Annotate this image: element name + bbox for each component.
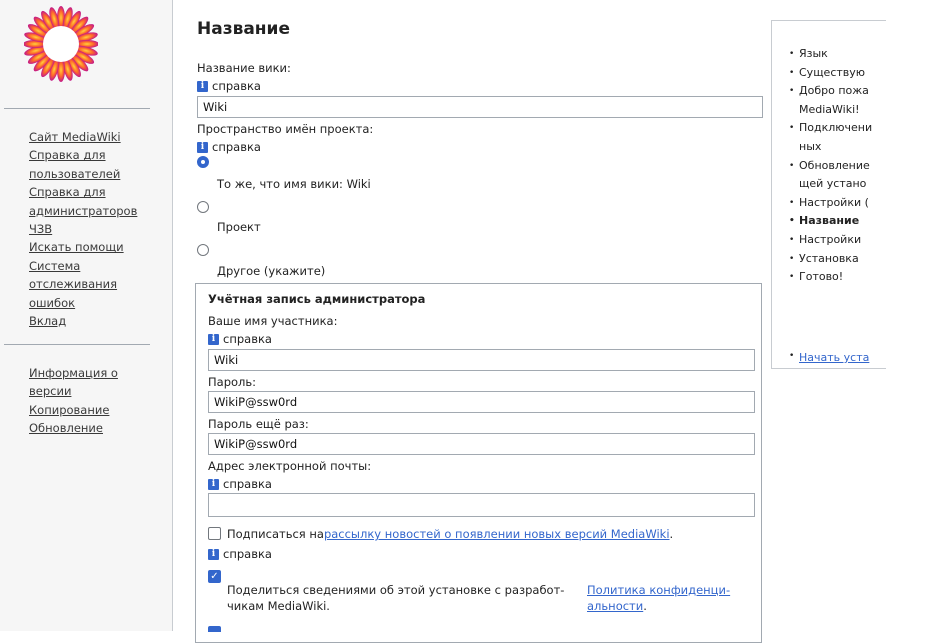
help-link[interactable]: i справка [208, 477, 272, 491]
info-icon: i [208, 333, 219, 345]
subscribe-suffix: . [669, 527, 674, 541]
namespace-label: Пространство имён проекта: [197, 122, 374, 136]
toc-item-upgrade-cont: щей устано [799, 177, 867, 191]
sidebar-link-upgrade[interactable]: Обновление [29, 421, 103, 435]
sidebar-link-bug-tracker-3[interactable]: ошибок [29, 296, 75, 310]
info-icon: i [197, 80, 208, 92]
password-again-input[interactable] [208, 433, 755, 455]
sidebar-link-version-info[interactable]: Информация о [29, 366, 118, 380]
privacy-suffix: . [643, 599, 647, 613]
info-icon: i [197, 141, 208, 153]
info-icon: i [208, 478, 219, 490]
password-input[interactable] [208, 391, 755, 413]
namespace-option-project: Проект [217, 220, 261, 234]
sidebar-link-search-help[interactable]: Искать помощи [29, 240, 124, 254]
help-link[interactable]: i справка [208, 332, 272, 346]
mediawiki-logo[interactable] [24, 0, 98, 94]
toc-item-connect: Подключени [789, 119, 892, 138]
toc-item-upgrade: Обновление [789, 157, 892, 176]
password-label: Пароль: [208, 375, 257, 389]
toc-item-existing: Существую [789, 64, 892, 83]
wiki-name-input[interactable] [197, 96, 763, 118]
sidebar-link-user-help-2[interactable]: пользователей [29, 167, 120, 181]
sidebar-link-mediawiki-site[interactable]: Сайт MediaWiki [29, 130, 121, 144]
admin-account-legend: Учётная запись администратора [208, 292, 426, 306]
toc-item-welcome: Добро пожа [789, 82, 892, 101]
namespace-radio-other[interactable] [197, 244, 209, 256]
help-link[interactable]: i справка [208, 547, 272, 561]
toc-item-done: Готово! [789, 268, 892, 287]
toc-item-settings: Настройки ( [789, 194, 892, 213]
toc-item-options: Настройки [789, 231, 892, 250]
privacy-policy-link-2[interactable]: альности [587, 599, 643, 613]
username-label: Ваше имя участника: [208, 314, 338, 328]
subscribe-checkbox[interactable] [208, 527, 221, 540]
sidebar-link-user-help[interactable]: Справка для [29, 148, 106, 162]
sidebar-link-version-info-2[interactable]: версии [29, 384, 71, 398]
share-info-text: Поделиться сведениями об этой установке … [227, 582, 564, 614]
subscribe-text: Подписаться нарассылку новостей о появле… [227, 527, 673, 541]
sidebar-link-admin-help[interactable]: Справка для [29, 185, 106, 199]
bullet-icon: • [789, 351, 795, 361]
help-text: справка [212, 79, 261, 93]
info-icon: i [208, 548, 219, 560]
sidebar-divider [4, 344, 150, 345]
installer-steps-toc: Язык Существую Добро пожа MediaWiki! Под… [771, 20, 893, 369]
help-link[interactable]: i справка [197, 79, 261, 93]
sidebar-link-copying[interactable]: Копирование [29, 403, 109, 417]
toc-item-welcome-cont: MediaWiki! [799, 102, 860, 116]
username-input[interactable] [208, 349, 755, 371]
email-input[interactable] [208, 493, 755, 517]
subscribe-link[interactable]: рассылку новостей о появлении новых верс… [324, 527, 670, 541]
sidebar: Сайт MediaWiki Справка для пользователей… [0, 0, 173, 631]
help-text: справка [223, 477, 272, 491]
sidebar-links-2: Информация о версии Копирование Обновлен… [29, 364, 154, 438]
main-content: Название Название вики: i справка Простр… [173, 0, 771, 643]
password-again-label: Пароль ещё раз: [208, 417, 309, 431]
page-margin [886, 0, 928, 631]
toc-start-over: • Начать уста [789, 351, 869, 364]
toc-start-over-link[interactable]: Начать уста [799, 351, 869, 364]
namespace-option-other: Другое (укажите) [217, 264, 326, 278]
sidebar-link-bug-tracker-2[interactable]: отслеживания [29, 277, 117, 291]
share-info-line-1: Поделиться сведениями об этой установке … [227, 583, 565, 597]
sidebar-link-contribute[interactable]: Вклад [29, 314, 66, 328]
sidebar-link-admin-help-2[interactable]: администраторов [29, 204, 137, 218]
namespace-radio-same[interactable] [197, 156, 209, 168]
checkmark-icon: ✓ [210, 571, 219, 582]
sidebar-link-bug-tracker[interactable]: Система [29, 259, 80, 273]
share-info-checkbox[interactable]: ✓ [208, 570, 221, 583]
wiki-name-label: Название вики: [197, 61, 291, 75]
privacy-policy-link[interactable]: Политика конфиденци- [587, 583, 730, 597]
next-checkbox-partial[interactable] [208, 626, 221, 632]
help-text: справка [223, 547, 272, 561]
toc-item-connect-cont: ных [799, 139, 822, 153]
email-label: Адрес электронной почты: [208, 459, 372, 473]
help-link[interactable]: i справка [197, 140, 261, 154]
toc-item-language: Язык [789, 45, 892, 64]
sidebar-links: Сайт MediaWiki Справка для пользователей… [29, 128, 154, 330]
namespace-option-same: То же, что имя вики: Wiki [217, 177, 371, 191]
page-title: Название [197, 19, 290, 39]
namespace-radio-project[interactable] [197, 201, 209, 213]
toc-item-install: Установка [789, 250, 892, 269]
privacy-policy: Политика конфиденци- альности. [587, 582, 730, 614]
help-text: справка [223, 332, 272, 346]
sidebar-divider [4, 108, 150, 109]
help-text: справка [212, 140, 261, 154]
sidebar-link-faq[interactable]: ЧЗВ [29, 222, 52, 236]
toc-item-name-current: Название [789, 212, 892, 231]
subscribe-prefix: Подписаться на [227, 527, 324, 541]
share-info-line-2: чикам MediaWiki. [227, 599, 330, 613]
